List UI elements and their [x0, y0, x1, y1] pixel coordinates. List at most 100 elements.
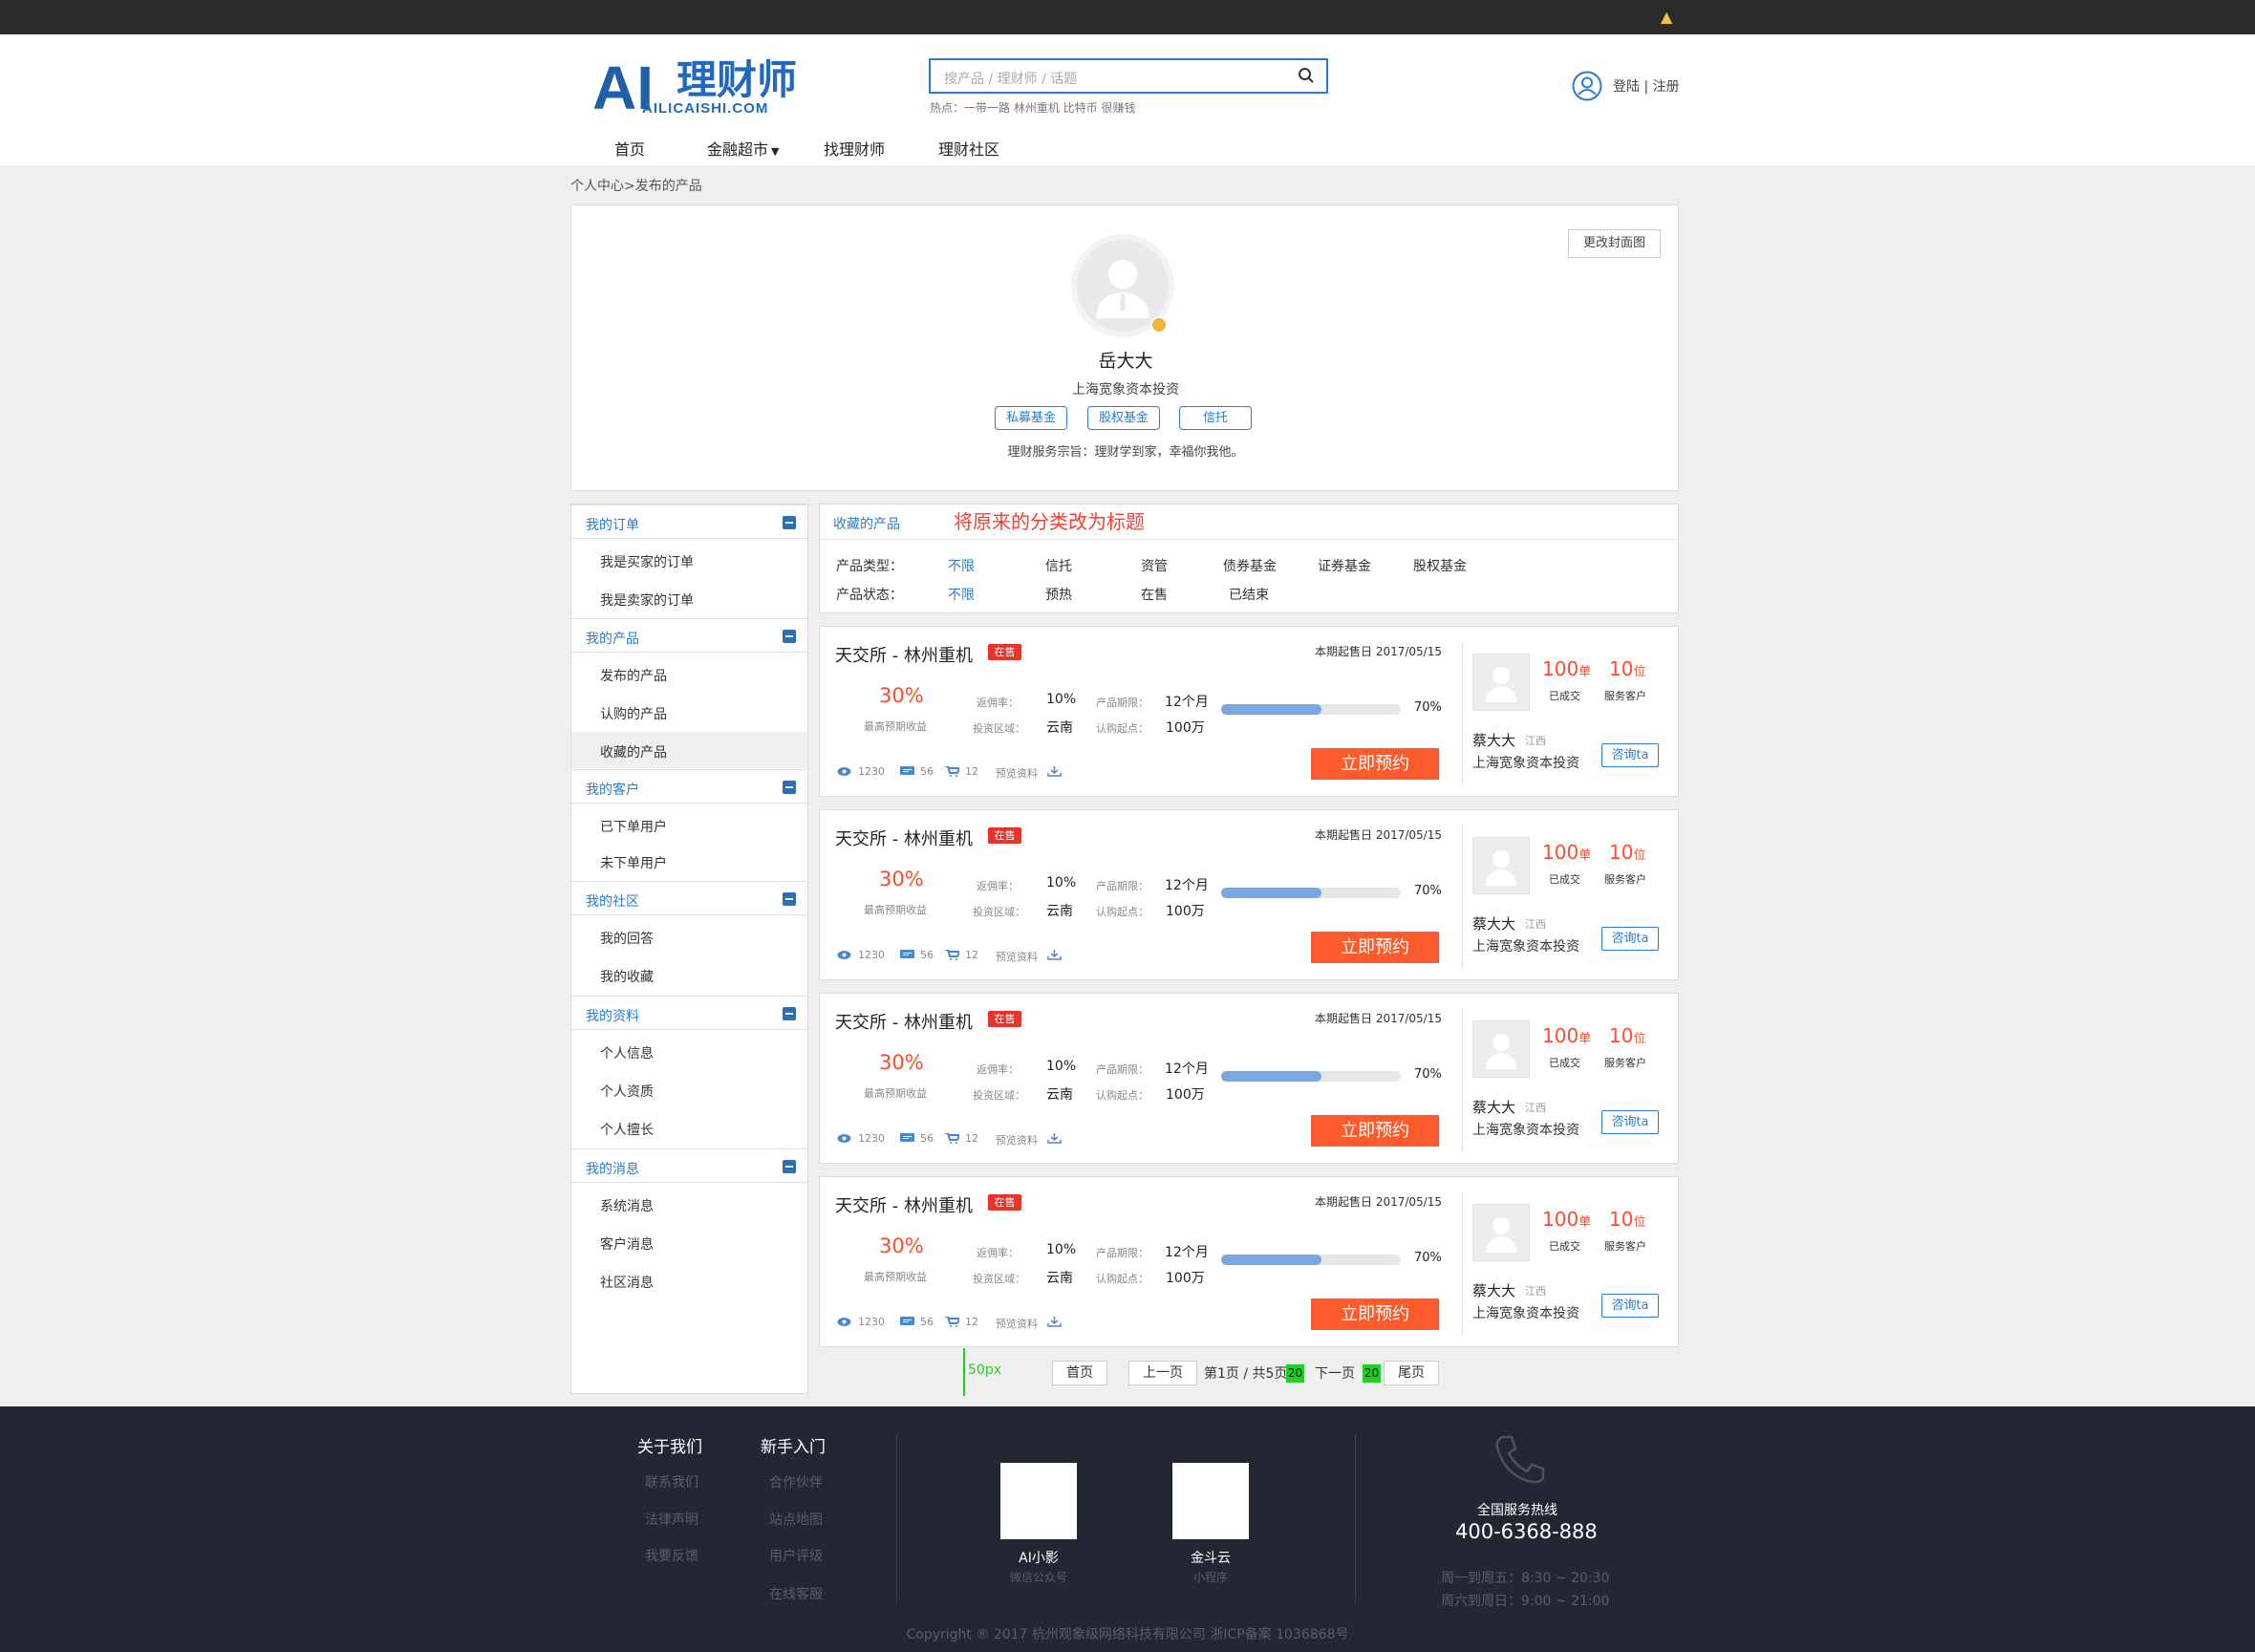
first-page-button[interactable]: 首页: [1052, 1361, 1107, 1385]
sidebar-group-messages[interactable]: 我的消息: [571, 1148, 807, 1183]
download-icon[interactable]: [1047, 766, 1062, 777]
footer-link[interactable]: 法律声明: [645, 1510, 698, 1529]
footer-link[interactable]: 合作伙伴: [769, 1472, 823, 1491]
download-icon[interactable]: [1047, 1133, 1062, 1144]
sidebar-item-community-msg[interactable]: 社区消息: [571, 1262, 807, 1298]
sidebar-item-answers[interactable]: 我的回答: [571, 918, 807, 955]
sidebar-item-published[interactable]: 发布的产品: [571, 655, 807, 692]
last-page-button[interactable]: 尾页: [1384, 1361, 1439, 1385]
filter-status-option[interactable]: 已结束: [1229, 585, 1269, 604]
reserve-button[interactable]: 立即预约: [1311, 1115, 1439, 1147]
sidebar-item-subscribed[interactable]: 认购的产品: [571, 694, 807, 730]
change-cover-button[interactable]: 更改封面图: [1567, 229, 1661, 258]
breadcrumb[interactable]: 个人中心>发布的产品: [570, 176, 702, 195]
download-icon[interactable]: [1047, 1317, 1062, 1327]
consult-button[interactable]: 咨询ta: [1601, 927, 1659, 951]
footer-link[interactable]: 我要反馈: [645, 1546, 698, 1565]
filter-status-option[interactable]: 预热: [1045, 585, 1072, 604]
footer-link[interactable]: 在线客服: [769, 1584, 823, 1603]
nav-market[interactable]: 金融超市 ▼: [707, 137, 779, 160]
hot-keywords[interactable]: 热点：一带一路 林州重机 比特币 很赚钱: [930, 99, 1135, 116]
preview-docs-link[interactable]: 预览资料: [996, 765, 1038, 781]
collapse-icon[interactable]: [783, 1160, 796, 1173]
manager-name[interactable]: 蔡大大: [1472, 1280, 1515, 1300]
download-icon[interactable]: [1047, 950, 1062, 960]
sidebar-item-system-msg[interactable]: 系统消息: [571, 1186, 807, 1222]
sidebar-group-clients[interactable]: 我的客户: [571, 769, 807, 804]
preview-docs-link[interactable]: 预览资料: [996, 949, 1038, 964]
login-register-link[interactable]: 登陆 | 注册: [1613, 76, 1680, 96]
sidebar-item-collections[interactable]: 我的收藏: [571, 956, 807, 993]
site-logo[interactable]: AI 理财师 AILICAISHI.COM: [592, 50, 822, 122]
bell-icon[interactable]: ▲: [1661, 8, 1672, 26]
reserve-button[interactable]: 立即预约: [1311, 1298, 1439, 1330]
search-icon[interactable]: [1298, 67, 1315, 84]
sidebar-item-ordered-users[interactable]: 已下单用户: [571, 806, 807, 843]
product-title[interactable]: 天交所 - 林州重机: [835, 642, 973, 667]
manager-avatar[interactable]: [1472, 837, 1530, 894]
sidebar-item-personal-info[interactable]: 个人信息: [571, 1033, 807, 1069]
nav-community[interactable]: 理财社区: [938, 137, 999, 160]
filter-type-option[interactable]: 资管: [1141, 556, 1168, 575]
filter-type-option[interactable]: 信托: [1045, 556, 1072, 575]
collapse-icon[interactable]: [783, 781, 796, 794]
sidebar-item-favorites[interactable]: 收藏的产品: [571, 732, 807, 768]
filter-status-option[interactable]: 不限: [948, 585, 975, 604]
user-icon[interactable]: [1572, 71, 1602, 101]
footer-link[interactable]: 用户评级: [769, 1546, 823, 1565]
product-card[interactable]: 天交所 - 林州重机 在售 本期起售日 2017/05/15 30% 最高预期收…: [819, 1176, 1679, 1347]
profile-tag[interactable]: 股权基金: [1087, 406, 1160, 430]
hotline-number[interactable]: 400-6368-888: [1455, 1520, 1598, 1543]
sidebar-item-unordered-users[interactable]: 未下单用户: [571, 843, 807, 879]
manager-name[interactable]: 蔡大大: [1472, 730, 1515, 750]
filter-type-option[interactable]: 股权基金: [1413, 556, 1467, 575]
collapse-icon[interactable]: [783, 1007, 796, 1020]
search-box[interactable]: 搜产品 / 理财师 / 话题: [929, 58, 1328, 94]
footer-link[interactable]: 站点地图: [769, 1510, 823, 1529]
filter-type-option[interactable]: 证券基金: [1318, 556, 1371, 575]
collapse-icon[interactable]: [783, 892, 796, 906]
product-title[interactable]: 天交所 - 林州重机: [835, 1192, 973, 1217]
next-page-button[interactable]: 下一页: [1315, 1363, 1355, 1383]
manager-avatar[interactable]: [1472, 1204, 1530, 1261]
preview-docs-link[interactable]: 预览资料: [996, 1132, 1038, 1148]
filter-type-option[interactable]: 债券基金: [1223, 556, 1277, 575]
manager-avatar[interactable]: [1472, 1020, 1530, 1078]
manager-name[interactable]: 蔡大大: [1472, 1097, 1515, 1117]
preview-docs-link[interactable]: 预览资料: [996, 1316, 1038, 1331]
sidebar-group-products[interactable]: 我的产品: [571, 618, 807, 653]
consult-button[interactable]: 咨询ta: [1601, 743, 1659, 767]
search-input[interactable]: 搜产品 / 理财师 / 话题: [944, 69, 1077, 88]
manager-name[interactable]: 蔡大大: [1472, 913, 1515, 933]
cart-icon: [945, 766, 959, 777]
prev-page-button[interactable]: 上一页: [1128, 1361, 1197, 1385]
reserve-button[interactable]: 立即预约: [1311, 748, 1439, 780]
collapse-icon[interactable]: [783, 516, 796, 529]
sidebar-item-client-msg[interactable]: 客户消息: [571, 1224, 807, 1260]
product-title[interactable]: 天交所 - 林州重机: [835, 826, 973, 850]
nav-find-advisor[interactable]: 找理财师: [824, 137, 885, 160]
sidebar-item-buyer-orders[interactable]: 我是买家的订单: [571, 542, 807, 578]
sidebar-group-community[interactable]: 我的社区: [571, 881, 807, 915]
profile-tag[interactable]: 私募基金: [995, 406, 1067, 430]
nav-home[interactable]: 首页: [614, 137, 645, 160]
filter-type-option[interactable]: 不限: [948, 556, 975, 575]
profile-tag[interactable]: 信托: [1179, 406, 1252, 430]
consult-button[interactable]: 咨询ta: [1601, 1294, 1659, 1318]
sidebar-item-seller-orders[interactable]: 我是卖家的订单: [571, 580, 807, 616]
sidebar-item-expertise[interactable]: 个人擅长: [571, 1109, 807, 1146]
manager-avatar[interactable]: [1472, 654, 1530, 711]
product-card[interactable]: 天交所 - 林州重机 在售 本期起售日 2017/05/15 30% 最高预期收…: [819, 809, 1679, 980]
product-card[interactable]: 天交所 - 林州重机 在售 本期起售日 2017/05/15 30% 最高预期收…: [819, 626, 1679, 797]
consult-button[interactable]: 咨询ta: [1601, 1110, 1659, 1134]
product-title[interactable]: 天交所 - 林州重机: [835, 1009, 973, 1034]
sidebar-group-orders[interactable]: 我的订单: [571, 504, 807, 539]
product-card[interactable]: 天交所 - 林州重机 在售 本期起售日 2017/05/15 30% 最高预期收…: [819, 993, 1679, 1164]
footer-link[interactable]: 联系我们: [645, 1472, 698, 1491]
reserve-button[interactable]: 立即预约: [1311, 932, 1439, 963]
collapse-icon[interactable]: [783, 630, 796, 643]
sidebar-group-profile[interactable]: 我的资料: [571, 996, 807, 1030]
filter-status-option[interactable]: 在售: [1141, 585, 1168, 604]
qr-code-image: [1000, 1463, 1077, 1539]
sidebar-item-qualification[interactable]: 个人资质: [571, 1071, 807, 1107]
